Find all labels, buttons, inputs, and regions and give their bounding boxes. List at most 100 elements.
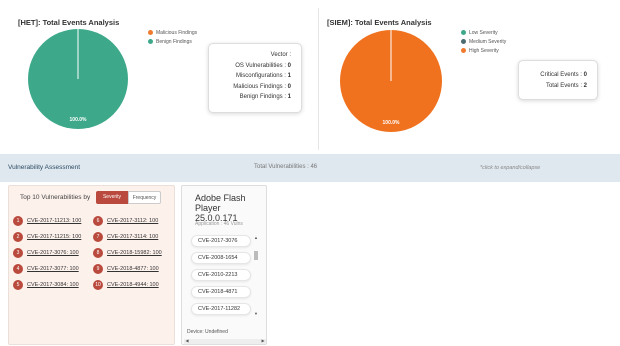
row-label: Critical Events :	[540, 72, 584, 78]
vuln-link[interactable]: CVE-2017-3077: 100	[27, 266, 79, 272]
vector-row-malicious: Malicious Findings : 0	[219, 82, 291, 93]
legend-dot-benign	[148, 39, 153, 44]
legend-item-high[interactable]: High Severity	[461, 46, 506, 55]
cve-chip[interactable]: CVE-2018-4871	[191, 286, 251, 298]
horizontal-scrollbar[interactable]: ◀ ▶	[184, 338, 266, 344]
row-label: OS Vulnerabilities :	[235, 62, 288, 69]
events-analysis-section: [HET]: Total Events Analysis 100.0% Mali…	[0, 0, 620, 152]
row-value: 1	[287, 94, 291, 100]
vuln-rank-badge: 2	[13, 232, 23, 242]
va-expand-hint: *click to expand/collapse	[480, 165, 541, 171]
cve-chip[interactable]: CVE-2017-3076	[191, 235, 251, 247]
vuln-rank-badge: 8	[93, 248, 103, 258]
row-label: Malicious Findings :	[233, 83, 288, 90]
va-title: Vulnerability Assessment	[8, 164, 81, 171]
vuln-link[interactable]: CVE-2017-3112: 100	[107, 218, 158, 224]
vuln-link[interactable]: CVE-2018-15982: 100	[107, 250, 162, 256]
scroll-down-icon[interactable]: ▼	[253, 311, 259, 316]
scroll-up-icon[interactable]: ▲	[253, 235, 259, 240]
vuln-item[interactable]: 9 CVE-2018-4877: 100	[93, 264, 159, 274]
vuln-item[interactable]: 2 CVE-2017-11215: 100	[13, 232, 81, 242]
top10-vulnerabilities-panel: Top 10 Vulnerabilities by Severity Frequ…	[8, 185, 175, 345]
siem-events-summary: Critical Events : 0 Total Events : 2	[518, 60, 598, 100]
legend-item-benign[interactable]: Benign Findings	[148, 37, 197, 46]
vuln-link[interactable]: CVE-2018-4877: 100	[107, 266, 159, 272]
vuln-item[interactable]: 7 CVE-2017-3114: 100	[93, 232, 158, 242]
siem-row-critical: Critical Events : 0	[529, 70, 587, 81]
cve-chip[interactable]: CVE-2010-2213	[191, 269, 251, 281]
siem-row-total: Total Events : 2	[529, 81, 587, 92]
legend-label: Low Severity	[469, 29, 498, 36]
cve-chip[interactable]: CVE-2017-11282	[191, 303, 251, 315]
row-value: 0	[287, 83, 291, 90]
vector-title: Vector :	[270, 52, 291, 58]
vector-row-misconfig: Misconfigurations : 1	[219, 71, 291, 82]
legend-item-malicious[interactable]: Malicious Findings	[148, 28, 197, 37]
frequency-toggle-button[interactable]: Frequency	[128, 191, 161, 204]
vuln-rank-badge: 6	[93, 216, 103, 226]
vuln-item[interactable]: 8 CVE-2018-15982: 100	[93, 248, 162, 258]
het-pie-label: 100.0%	[70, 117, 88, 123]
siem-pie-chart[interactable]: 100.0%	[339, 20, 443, 142]
siem-pie-label: 100.0%	[383, 120, 401, 126]
va-total-vulnerabilities: Total Vulnerabilities : 46	[254, 164, 318, 170]
vuln-link[interactable]: CVE-2017-3114: 100	[107, 234, 158, 240]
siem-panel: [SIEM]: Total Events Analysis 100.0% Low…	[318, 8, 618, 150]
het-pie-chart[interactable]: 100.0%	[28, 18, 128, 140]
scroll-right-icon[interactable]: ▶	[260, 338, 266, 343]
vuln-item[interactable]: 3 CVE-2017-3076: 100	[13, 248, 79, 258]
vuln-link[interactable]: CVE-2018-4944: 100	[107, 282, 159, 288]
vuln-item[interactable]: 4 CVE-2017-3077: 100	[13, 264, 79, 274]
vuln-rank-badge: 5	[13, 280, 23, 290]
cve-chip[interactable]: CVE-2008-1654	[191, 252, 251, 264]
cve-list: CVE-2017-3076 CVE-2008-1654 CVE-2010-221…	[188, 233, 256, 319]
row-label: Benign Findings :	[239, 94, 288, 100]
het-legend: Malicious Findings Benign Findings	[148, 28, 197, 46]
top10-title: Top 10 Vulnerabilities by	[20, 194, 91, 201]
legend-item-medium[interactable]: Medium Severity	[461, 37, 506, 46]
legend-label: Medium Severity	[469, 38, 507, 45]
vector-row-os: OS Vulnerabilities : 0	[219, 61, 291, 72]
scroll-left-icon[interactable]: ◀	[184, 338, 190, 343]
legend-label: High Severity	[469, 47, 499, 54]
row-value: 0	[583, 72, 587, 78]
row-value: 0	[287, 62, 291, 69]
cve-list-scrollbar[interactable]: ▲ ▼	[253, 235, 259, 317]
het-panel: [HET]: Total Events Analysis 100.0% Mali…	[10, 8, 310, 150]
vuln-item[interactable]: 10 CVE-2018-4944: 100	[93, 280, 159, 290]
vuln-link[interactable]: CVE-2017-3076: 100	[27, 250, 79, 256]
vuln-item[interactable]: 5 CVE-2017-3084: 100	[13, 280, 79, 290]
vuln-rank-badge: 4	[13, 264, 23, 274]
legend-label: Benign Findings	[156, 38, 192, 45]
row-value: 1	[287, 73, 291, 79]
legend-dot-medium	[461, 39, 466, 44]
row-label: Misconfigurations :	[235, 73, 288, 79]
vuln-rank-badge: 3	[13, 248, 23, 258]
vuln-link[interactable]: CVE-2017-3084: 100	[27, 282, 79, 288]
vector-row-benign: Benign Findings : 1	[219, 92, 291, 103]
scrollbar-thumb[interactable]	[254, 251, 258, 260]
vuln-link[interactable]: CVE-2017-11215: 100	[27, 234, 81, 240]
application-title: Adobe Flash Player 25.0.0.171	[195, 193, 246, 223]
severity-toggle-button[interactable]: Severity	[96, 191, 128, 204]
legend-dot-malicious	[148, 30, 153, 35]
legend-item-low[interactable]: Low Severity	[461, 28, 506, 37]
legend-label: Malicious Findings	[156, 29, 198, 36]
application-detail-card: Adobe Flash Player 25.0.0.171 Applicatio…	[181, 185, 267, 345]
vulnerability-assessment-header[interactable]: Vulnerability Assessment Total Vulnerabi…	[0, 154, 620, 182]
row-value: 2	[583, 82, 587, 89]
vuln-rank-badge: 9	[93, 264, 103, 274]
device-label: Device: Undefined	[187, 329, 228, 335]
legend-dot-low	[461, 30, 466, 35]
het-vector-summary: Vector : OS Vulnerabilities : 0 Misconfi…	[208, 43, 302, 113]
vuln-link[interactable]: CVE-2017-11213: 100	[27, 218, 81, 224]
application-vuln-count: Application : 46 Vulns	[195, 221, 243, 227]
legend-dot-high	[461, 48, 466, 53]
row-label: Total Events :	[545, 82, 584, 89]
vuln-item[interactable]: 1 CVE-2017-11213: 100	[13, 216, 81, 226]
vuln-rank-badge: 1	[13, 216, 23, 226]
vuln-rank-badge: 10	[93, 280, 103, 290]
vuln-item[interactable]: 6 CVE-2017-3112: 100	[93, 216, 158, 226]
vuln-rank-badge: 7	[93, 232, 103, 242]
siem-legend: Low Severity Medium Severity High Severi…	[461, 28, 506, 55]
